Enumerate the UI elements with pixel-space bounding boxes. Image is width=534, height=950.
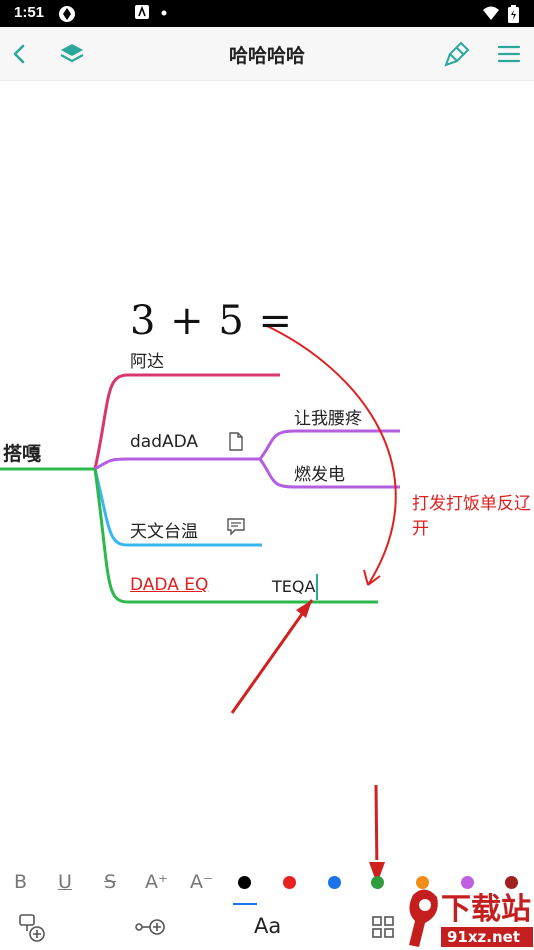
layout-grid-icon[interactable] [371,915,395,939]
note-document-icon[interactable] [228,432,244,451]
color-swatch-blue[interactable] [328,876,341,889]
branch-node-4-link[interactable]: DADA EQ [130,575,208,595]
sub-node-4-1-editing[interactable]: TEQA [272,577,315,596]
pointer-arrow-1 [230,599,314,714]
annotation-curve [264,324,397,586]
branch-line-1 [93,373,280,470]
add-sibling-node-icon[interactable] [135,915,167,939]
battery-icon [508,5,519,23]
menu-icon[interactable] [495,40,523,68]
color-swatch-red[interactable] [283,876,296,889]
underline-button[interactable]: U [58,871,72,893]
branch-node-2[interactable]: dadADA [130,432,198,452]
root-node[interactable]: 搭嘎 [3,439,41,466]
more-notifications-icon [161,10,167,16]
bold-button[interactable]: B [14,871,27,893]
status-time: 1:51 [14,4,45,21]
status-bar: 1:51 [0,0,534,27]
font-size-increase-button[interactable]: A⁺ [145,871,168,893]
branch-node-1[interactable]: 阿达 [130,347,164,372]
formula-node[interactable]: 3 + 5 = [130,298,293,344]
branch-node-3[interactable]: 天文台温 [130,517,198,542]
font-size-decrease-button[interactable]: A⁻ [190,871,213,893]
watermark-logo: 下载站 91xz.net [409,889,533,947]
watermark-title: 下载站 [441,892,531,927]
wifi-icon [483,6,499,20]
add-subnode-icon[interactable] [18,913,48,943]
pointer-arrow-2 [374,784,379,860]
strikethrough-button[interactable]: S [104,871,116,893]
sub-node-2-1[interactable]: 让我腰疼 [294,404,362,429]
mindmap-canvas[interactable] [0,80,534,860]
branch-line-2 [94,457,260,471]
a-notification-icon [135,5,149,19]
watermark-subtitle: 91xz.net [447,928,520,946]
comment-icon[interactable] [226,517,246,536]
color-swatch-black[interactable] [238,876,251,889]
handwritten-annotation: 打发打饭单反辽开 [412,494,531,539]
branch-line-2-sub1 [258,429,400,460]
color-swatch-green[interactable] [371,876,384,889]
text-style-button[interactable]: Aa [254,914,281,938]
app-notification-icon [59,6,75,22]
sub-node-2-2[interactable]: 燃发电 [294,460,345,485]
paint-brush-icon[interactable] [443,40,471,68]
app-bar: 哈哈哈哈 [0,27,534,81]
